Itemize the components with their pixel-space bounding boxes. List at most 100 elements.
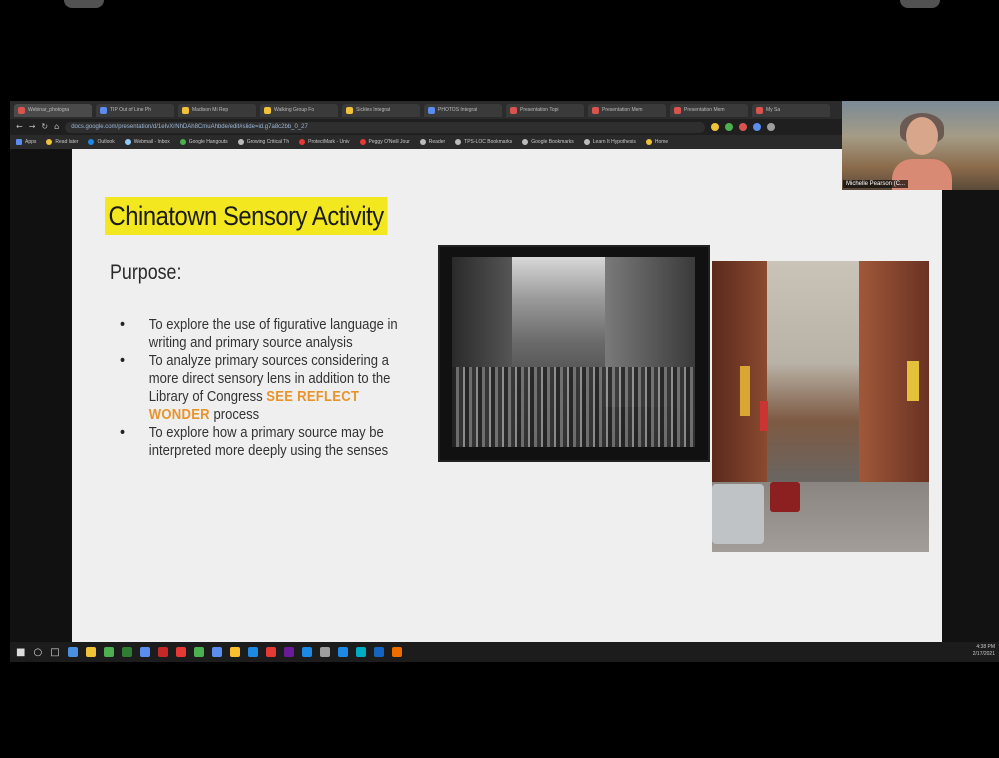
taskbar-app-icon[interactable] — [319, 647, 330, 657]
clock-time: 4:38 PM — [976, 644, 995, 650]
search-icon[interactable]: ○ — [33, 647, 42, 658]
taskbar-app-icon[interactable] — [193, 647, 204, 657]
taskbar-app-icon[interactable] — [283, 647, 294, 657]
browser-tab[interactable]: Presentation Topi — [506, 103, 584, 117]
tab-favicon-icon — [510, 106, 517, 114]
extension-icon[interactable] — [711, 123, 720, 131]
taskbar-app-icon[interactable] — [373, 647, 384, 657]
task-view-icon[interactable]: □ — [50, 647, 59, 658]
bookmark-icon — [88, 139, 95, 145]
taskbar-app-icon[interactable] — [121, 647, 132, 657]
taskbar-app-icon[interactable] — [139, 647, 150, 657]
bookmark-label: Apps — [25, 139, 37, 145]
bookmark-label: Google Bookmarks — [531, 139, 574, 145]
apps-icon — [16, 139, 22, 145]
bullet-item: To analyze primary sources considering a… — [120, 352, 408, 424]
taskbar-app-icon[interactable] — [175, 647, 186, 657]
bookmark-label: Reader — [428, 139, 446, 145]
bookmark-icon — [583, 139, 590, 145]
windows-start-icon[interactable]: ■ — [16, 647, 25, 658]
bookmark-item[interactable]: Apps — [16, 139, 36, 145]
purpose-bullet-list: To explore the use of figurative languag… — [120, 316, 440, 460]
browser-tab[interactable]: My Sa — [752, 103, 830, 117]
reload-icon[interactable]: ↻ — [41, 123, 48, 131]
taskbar-clock[interactable]: 4:38 PM 2/17/2021 — [973, 644, 995, 658]
browser-tab[interactable]: Walking Group Fo — [260, 103, 338, 117]
bookmark-label: ProtectMark - Univ — [308, 139, 350, 145]
bookmarks-bar: Apps Read later Outlook Webmail - Inbox … — [10, 135, 850, 149]
tab-label: My Sa — [766, 107, 781, 113]
taskbar-app-icon[interactable] — [301, 647, 312, 657]
tab-label: TIP Out of Line Ph — [110, 107, 152, 113]
tab-favicon-icon — [182, 106, 189, 114]
bullet-text: To explore the use of figurative languag… — [148, 317, 398, 351]
browser-tab[interactable]: Sickles Integrat — [342, 103, 420, 117]
forward-icon[interactable]: → — [29, 123, 36, 131]
tab-favicon-icon — [674, 106, 681, 114]
url-field[interactable]: docs.google.com/presentation/d/1eIvXrNhD… — [65, 121, 706, 133]
taskbar-app-icon[interactable] — [85, 647, 96, 657]
browser-address-bar: ← → ↻ ⌂ docs.google.com/presentation/d/1… — [10, 119, 850, 135]
photo-street-crowd — [452, 367, 695, 447]
bookmark-label: TPS-LOC Bookmarks — [464, 139, 513, 145]
taskbar-app-icon[interactable] — [391, 647, 402, 657]
browser-tab[interactable]: Presentation Mem — [670, 103, 748, 117]
extension-icon[interactable] — [767, 123, 776, 131]
back-icon[interactable]: ← — [16, 123, 23, 131]
bookmark-item[interactable]: Learn It Hypothesis — [583, 139, 636, 145]
bookmark-item[interactable]: Peggy O'Neill Jour — [359, 139, 410, 145]
bookmark-icon — [299, 139, 306, 145]
tab-label: Presentation Topi — [520, 107, 559, 113]
browser-tab[interactable]: TIP Out of Line Ph — [96, 103, 174, 117]
bookmark-icon — [46, 139, 53, 145]
historic-chinatown-photo — [452, 257, 695, 447]
bookmark-icon — [359, 139, 366, 145]
bookmark-item[interactable]: Google Bookmarks — [522, 139, 574, 145]
bookmark-item[interactable]: Growing Critical Th — [237, 139, 289, 145]
photo-shop-sign — [907, 361, 919, 401]
bookmark-icon — [419, 139, 426, 145]
video-corner-left — [64, 0, 104, 8]
taskbar-app-icon[interactable] — [355, 647, 366, 657]
photo-shop-sign — [740, 366, 750, 416]
bookmark-item[interactable]: Read later — [46, 139, 78, 145]
tab-label: Webinar_photogra — [28, 107, 70, 113]
taskbar-app-icon[interactable] — [229, 647, 240, 657]
bookmark-item[interactable]: TPS-LOC Bookmarks — [455, 139, 512, 145]
taskbar-app-icon[interactable] — [337, 647, 348, 657]
bookmark-item[interactable]: ProtectMark - Univ — [299, 139, 350, 145]
video-frame: Webinar_photogra TIP Out of Line Ph Madi… — [0, 0, 999, 758]
photo-shop-sign — [760, 401, 768, 431]
clock-date: 2/17/2021 — [972, 651, 995, 657]
taskbar-app-icon[interactable] — [103, 647, 114, 657]
bullet-item: To explore the use of figurative languag… — [120, 316, 408, 352]
taskbar-app-icon[interactable] — [67, 647, 78, 657]
browser-tab[interactable]: Presentation Mem — [588, 103, 666, 117]
home-icon[interactable]: ⌂ — [54, 123, 59, 131]
bookmark-item[interactable]: Home — [645, 139, 669, 145]
browser-tab[interactable]: Madison Mi Rep — [178, 103, 256, 117]
taskbar-app-icon[interactable] — [247, 647, 258, 657]
tab-label: Sickles Integrat — [356, 107, 391, 113]
browser-tab[interactable]: PHOTOS Integrat — [424, 103, 502, 117]
presenter-webcam: Michelle Pearson (C... — [842, 101, 999, 190]
extension-icon[interactable] — [739, 123, 748, 131]
bookmark-item[interactable]: Google Hangouts — [179, 139, 228, 145]
taskbar-app-icon[interactable] — [211, 647, 222, 657]
bookmark-label: Home — [654, 139, 669, 145]
bookmark-item[interactable]: Webmail - Inbox — [124, 139, 170, 145]
bookmark-item[interactable]: Outlook — [88, 139, 115, 145]
taskbar-app-icon[interactable] — [157, 647, 168, 657]
taskbar-app-icon[interactable] — [265, 647, 276, 657]
browser-tab[interactable]: Webinar_photogra — [14, 103, 92, 117]
tab-label: Madison Mi Rep — [192, 107, 229, 113]
presentation-gutter-right — [942, 190, 999, 642]
bookmark-icon — [455, 139, 462, 145]
bookmark-item[interactable]: Reader — [419, 139, 446, 145]
photo-parked-car — [712, 484, 764, 544]
extension-icon[interactable] — [725, 123, 734, 131]
extension-icon[interactable] — [753, 123, 762, 131]
presenter-name: Michelle Pearson (C... — [843, 180, 909, 188]
tab-favicon-icon — [756, 106, 763, 114]
bookmark-icon — [124, 139, 131, 145]
